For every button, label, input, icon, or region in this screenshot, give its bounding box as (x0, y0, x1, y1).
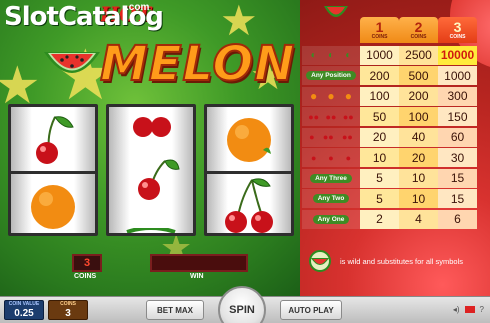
coins-display: 3 (72, 254, 102, 272)
paytable-value: 100 (360, 86, 399, 106)
paytable-symbol: Any Position (302, 66, 360, 86)
help-button[interactable]: ? (480, 305, 484, 314)
paytable-row-label: Any Three (310, 173, 352, 183)
paytable-value: 15 (438, 168, 477, 188)
paytable-row: Any Three 5 10 15 (302, 168, 478, 189)
coins-select-label: COINS (60, 301, 76, 307)
game-stage: ★ ★ ★ ★ ★ HOT MELON SlotCatalog .com 3 C… (0, 0, 490, 323)
auto-play-button[interactable]: AUTO PLAY (280, 300, 342, 320)
paytable-row: ●● ●● ●● 50 100 150 (302, 107, 478, 128)
reel-3 (204, 104, 294, 236)
paytable-col-label: COINS (371, 34, 388, 40)
melon-wild-icon (309, 250, 331, 272)
cherry-triple-icon: ● ● ● (302, 148, 360, 168)
orange-icon (11, 174, 95, 233)
coins-select-box[interactable]: COINS 3 (48, 300, 88, 320)
coin-value-label: COIN VALUE (8, 301, 40, 307)
title-melon: MELON (99, 35, 296, 93)
paytable-value: 40 (399, 127, 438, 147)
paytable-value: 50 (360, 107, 399, 127)
wild-note-text: is wild and substitutes for all symbols (340, 256, 463, 266)
watermark-com: .com (126, 2, 150, 13)
coins-select-value: 3 (65, 308, 71, 319)
paytable-col-number: 2 (414, 19, 423, 35)
reel-2 (106, 104, 196, 236)
melon-wild-icon (324, 6, 348, 17)
paytable-value: 5 (360, 168, 399, 188)
reel-1 (8, 104, 98, 236)
paytable-value: 150 (438, 107, 477, 127)
slotcatalog-watermark: SlotCatalog .com (4, 2, 184, 40)
win-display-label: WIN (190, 273, 204, 280)
flag-icon[interactable] (464, 306, 475, 313)
double-cherry-icon (207, 174, 291, 233)
paytable-value: 2500 (399, 45, 438, 65)
paytable-col-1: 1 COINS (360, 17, 399, 43)
paytable-symbol: Any Three (302, 168, 360, 188)
speaker-icon[interactable]: ◂) (453, 305, 460, 314)
cherry-icon (109, 141, 193, 205)
paytable-value: 6 (438, 209, 477, 229)
paytable-col-2: 2 COINS (399, 17, 438, 43)
paytable-value-jackpot: 10000 (438, 45, 477, 65)
paytable-value: 20 (399, 148, 438, 168)
paytable-value: 200 (360, 66, 399, 86)
orange-icon (207, 107, 291, 171)
win-display (150, 254, 248, 272)
cherry-double-triple-icon: ●● ●● ●● (302, 107, 360, 127)
cherry-icon (11, 107, 95, 171)
coin-value-box[interactable]: COIN VALUE 0.25 (4, 300, 44, 320)
melon-slice-icon (44, 52, 100, 73)
paytable-row: Any Two 5 10 15 (302, 189, 478, 210)
paytable-row-label: Any Two (312, 194, 350, 204)
paytable-row: Any One 2 4 6 (302, 209, 478, 230)
paytable-value: 500 (399, 66, 438, 86)
paytable-header: 1 COINS 2 COINS 3 COINS (360, 17, 477, 43)
paytable-value: 20 (360, 127, 399, 147)
paytable-value: 100 (399, 107, 438, 127)
paytable-row: Any Position 200 500 1000 (302, 66, 478, 87)
paytable-value: 2 (360, 209, 399, 229)
watermark-slot: Slot (4, 2, 59, 32)
paytable-symbol: Any Two (302, 189, 360, 209)
coin-value: 0.25 (14, 308, 34, 319)
paytable-col-label: COINS (410, 34, 427, 40)
paytable-row: ● ● ● 100 200 300 (302, 86, 478, 107)
bet-max-button[interactable]: BET MAX (146, 300, 204, 320)
paytable-value: 60 (438, 127, 477, 147)
melon-partial-icon (109, 211, 193, 233)
paytable-value: 5 (360, 189, 399, 209)
paytable: ◐ ◐ ◐ 1000 2500 10000 Any Position 200 500… (302, 45, 478, 230)
paytable-value: 10 (399, 168, 438, 188)
paytable-col-number: 3 (453, 19, 462, 35)
paytable-value: 10 (360, 148, 399, 168)
paytable-value: 200 (399, 86, 438, 106)
paytable-col-label: COINS (449, 34, 466, 40)
paytable-value: 30 (438, 148, 477, 168)
paytable-value: 1000 (360, 45, 399, 65)
paytable-col-3: 3 COINS (438, 17, 477, 43)
paytable-value: 1000 (438, 66, 477, 86)
cherry-pair-icon (109, 107, 193, 145)
paytable-symbol: Any One (302, 209, 360, 229)
paytable-col-number: 1 (375, 19, 384, 35)
melon-triple-icon: ◐ ◐ ◐ (302, 45, 360, 65)
paytable-value: 300 (438, 86, 477, 106)
coins-display-label: COINS (74, 273, 97, 280)
paytable-row-label: Any Position (306, 71, 356, 81)
paytable-value: 4 (399, 209, 438, 229)
system-icons: ◂) ? (453, 305, 484, 314)
paytable-row: ● ●● ●● 20 40 60 (302, 127, 478, 148)
wild-note: is wild and substitutes for all symbols (306, 250, 463, 272)
orange-triple-icon: ● ● ● (302, 86, 360, 106)
paytable-value: 10 (399, 189, 438, 209)
paytable-row: ◐ ◐ ◐ 1000 2500 10000 (302, 45, 478, 66)
paytable-value: 15 (438, 189, 477, 209)
paytable-row: ● ● ● 10 20 30 (302, 148, 478, 169)
reels (8, 104, 296, 236)
paytable-row-label: Any One (312, 214, 350, 224)
cherry-double-mix-icon: ● ●● ●● (302, 127, 360, 147)
